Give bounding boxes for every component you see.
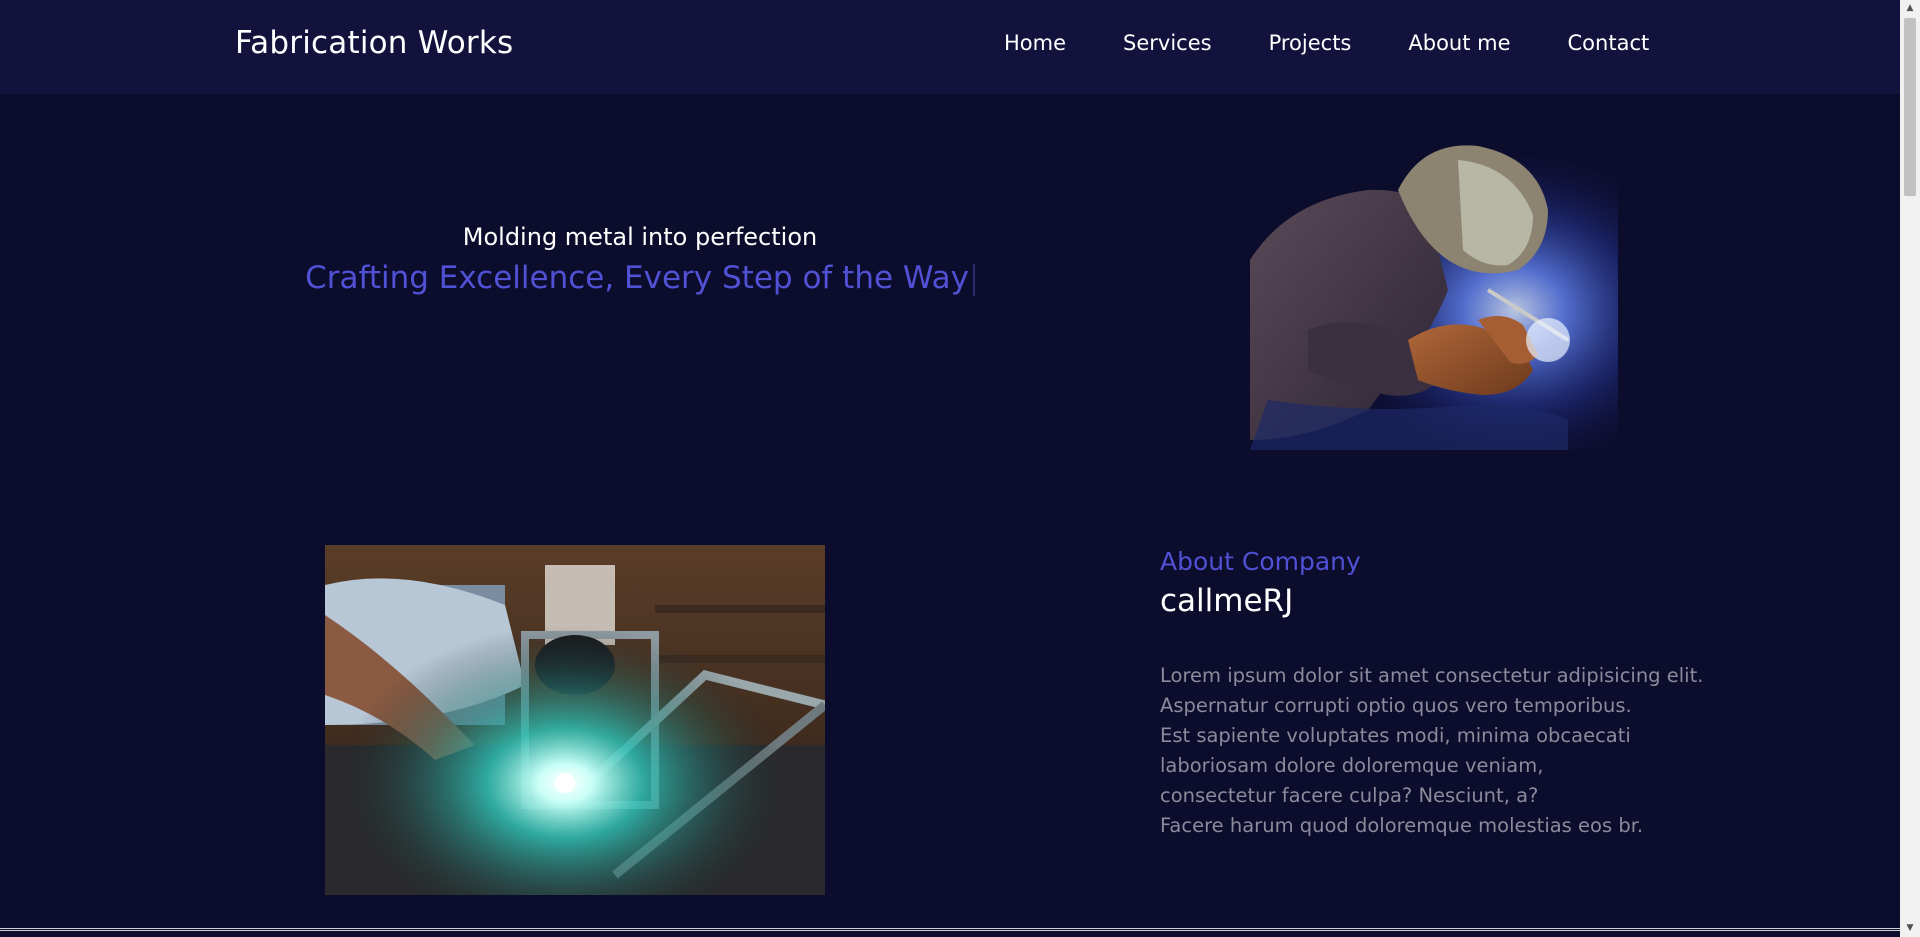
- about-body: Lorem ipsum dolor sit amet consectetur a…: [1160, 661, 1780, 841]
- about-body-line: Aspernatur corrupti optio quos vero temp…: [1160, 694, 1632, 717]
- typing-cursor: [972, 263, 975, 296]
- nav-link-projects[interactable]: Projects: [1269, 31, 1352, 55]
- navbar: Fabrication Works Home Services Projects…: [0, 0, 1900, 94]
- welder-image: [1248, 140, 1618, 450]
- about-body-line: laboriosam dolore doloremque veniam,: [1160, 754, 1544, 777]
- about-body-line: Facere harum quod doloremque molestias e…: [1160, 814, 1644, 837]
- nav-link-home[interactable]: Home: [1004, 31, 1066, 55]
- about-kicker: About Company: [1160, 547, 1361, 576]
- brand-logo[interactable]: Fabrication Works: [235, 25, 513, 61]
- about-section: About Company callmeRJ Lorem ipsum dolor…: [1160, 545, 1780, 841]
- hero-tagline: Crafting Excellence, Every Step of the W…: [300, 256, 980, 300]
- about-company-name: callmeRJ: [1160, 583, 1294, 619]
- hero-tagline-text: Crafting Excellence, Every Step of the W…: [305, 260, 969, 296]
- about-body-line: consectetur facere culpa? Nesciunt, a?: [1160, 784, 1539, 807]
- workshop-welding-image: [325, 545, 825, 895]
- nav-link-about-me[interactable]: About me: [1408, 31, 1510, 55]
- nav-links: Home Services Projects About me Contact: [1004, 31, 1649, 55]
- about-body-line: Lorem ipsum dolor sit amet consectetur a…: [1160, 664, 1704, 687]
- nav-link-contact[interactable]: Contact: [1568, 31, 1650, 55]
- hero-subtitle: Molding metal into perfection: [462, 223, 818, 251]
- nav-link-services[interactable]: Services: [1123, 31, 1212, 55]
- hero-section: Molding metal into perfection Crafting E…: [300, 220, 980, 300]
- about-body-line: Est sapiente voluptates modi, minima obc…: [1160, 724, 1631, 747]
- scroll-up-arrow-icon[interactable]: ▲: [1900, 0, 1920, 17]
- section-divider: [0, 928, 1900, 931]
- scrollbar-thumb[interactable]: [1904, 18, 1916, 196]
- scroll-down-arrow-icon[interactable]: ▼: [1900, 920, 1920, 937]
- vertical-scrollbar[interactable]: ▲ ▼: [1900, 0, 1920, 937]
